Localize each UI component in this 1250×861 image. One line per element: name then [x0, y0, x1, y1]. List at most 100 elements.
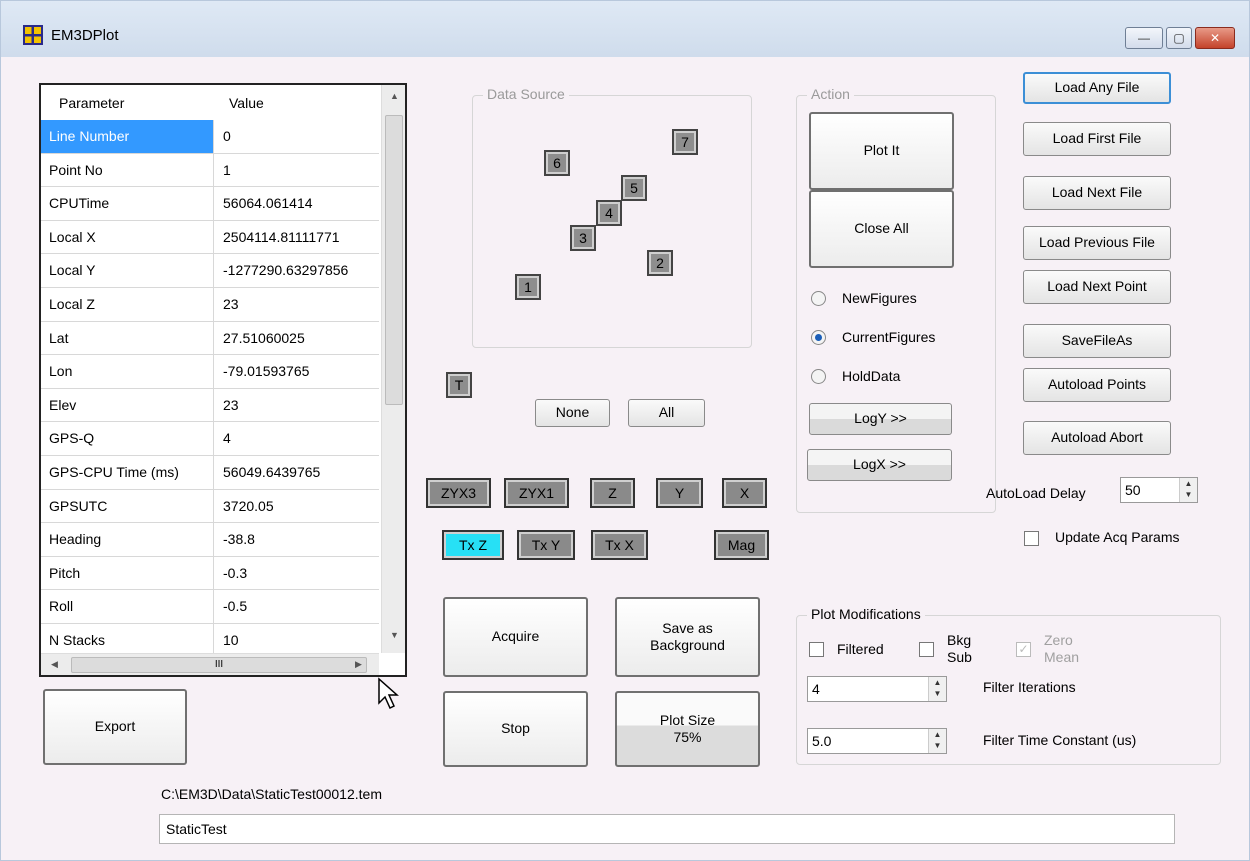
horizontal-scrollbar[interactable]: ◀ III ▶: [41, 653, 379, 675]
scroll-right-icon[interactable]: ▶: [355, 659, 362, 670]
table-row[interactable]: Roll -0.5: [41, 590, 379, 624]
value-cell[interactable]: 56049.6439765: [223, 456, 377, 489]
stepper-arrows-icon[interactable]: ▲ ▼: [928, 729, 946, 753]
autoload-points-button[interactable]: Autoload Points: [1023, 368, 1171, 402]
filter-iterations-stepper[interactable]: 4 ▲ ▼: [807, 676, 947, 702]
channel-5-button[interactable]: 5: [621, 175, 647, 201]
new-figures-radio[interactable]: [811, 291, 826, 306]
parameter-cell[interactable]: Elev: [41, 388, 214, 422]
logy-button[interactable]: LogY >>: [809, 403, 952, 435]
parameter-cell[interactable]: Pitch: [41, 556, 214, 590]
table-row[interactable]: Pitch -0.3: [41, 556, 379, 591]
load-previous-file-button[interactable]: Load Previous File: [1023, 226, 1171, 260]
update-acq-params-label[interactable]: Update Acq Params: [1055, 529, 1180, 545]
acquire-button[interactable]: Acquire: [443, 597, 588, 677]
plot-size-button[interactable]: Plot Size 75%: [615, 691, 760, 767]
hold-data-label[interactable]: HoldData: [842, 368, 900, 384]
tx-x-button[interactable]: Tx X: [591, 530, 648, 560]
table-row[interactable]: Local Y -1277290.63297856: [41, 254, 379, 288]
value-cell[interactable]: 56064.061414: [223, 187, 377, 220]
zyx1-button[interactable]: ZYX1: [504, 478, 569, 508]
table-row[interactable]: GPS-Q 4: [41, 422, 379, 456]
value-cell[interactable]: 27.51060025: [223, 322, 377, 355]
channel-7-button[interactable]: 7: [672, 129, 698, 155]
maximize-button[interactable]: ▢: [1166, 27, 1192, 49]
filtered-label[interactable]: Filtered: [837, 641, 884, 657]
parameter-cell[interactable]: Local Y: [41, 254, 214, 287]
t-button[interactable]: T: [446, 372, 472, 398]
new-figures-label[interactable]: NewFigures: [842, 290, 917, 306]
channel-4-button[interactable]: 4: [596, 200, 622, 226]
current-figures-label[interactable]: CurrentFigures: [842, 329, 935, 345]
load-first-file-button[interactable]: Load First File: [1023, 122, 1171, 156]
zyx3-button[interactable]: ZYX3: [426, 478, 491, 508]
close-button[interactable]: ✕: [1195, 27, 1235, 49]
stepper-arrows-icon[interactable]: ▲ ▼: [928, 677, 946, 701]
value-cell[interactable]: -0.3: [223, 557, 377, 590]
tx-y-button[interactable]: Tx Y: [517, 530, 575, 560]
scroll-left-icon[interactable]: ◀: [51, 659, 58, 670]
load-next-point-button[interactable]: Load Next Point: [1023, 270, 1171, 304]
table-row[interactable]: GPS-CPU Time (ms) 56049.6439765: [41, 455, 379, 490]
parameter-cell[interactable]: Heading: [41, 523, 214, 556]
autoload-delay-stepper[interactable]: 50 ▲ ▼: [1120, 477, 1198, 503]
zero-mean-checkbox[interactable]: ✓: [1016, 642, 1031, 657]
close-all-button[interactable]: Close All: [809, 190, 954, 268]
value-cell[interactable]: 2504114.81111771: [223, 221, 377, 254]
parameter-cell[interactable]: N Stacks: [41, 623, 214, 657]
channel-2-button[interactable]: 2: [647, 250, 673, 276]
parameter-cell[interactable]: GPS-CPU Time (ms): [41, 455, 214, 489]
stop-button[interactable]: Stop: [443, 691, 588, 767]
table-row[interactable]: CPUTime 56064.061414: [41, 187, 379, 221]
channel-6-button[interactable]: 6: [544, 150, 570, 176]
value-cell[interactable]: 10: [223, 624, 377, 657]
column-header-value[interactable]: Value: [229, 95, 264, 111]
table-row[interactable]: Elev 23: [41, 388, 379, 423]
parameter-cell[interactable]: Lon: [41, 355, 214, 388]
load-next-file-button[interactable]: Load Next File: [1023, 176, 1171, 210]
y-button[interactable]: Y: [656, 478, 703, 508]
channel-3-button[interactable]: 3: [570, 225, 596, 251]
parameter-cell[interactable]: Local Z: [41, 287, 214, 321]
parameter-grid[interactable]: Parameter Value Line Number 0 Point No 1 CPU…: [39, 83, 407, 677]
title-bar[interactable]: EM3DPlot — ▢ ✕: [1, 1, 1249, 57]
table-row[interactable]: Local Z 23: [41, 287, 379, 322]
table-row[interactable]: Point No 1: [41, 153, 379, 188]
vertical-scroll-thumb[interactable]: [385, 115, 403, 405]
filter-iterations-value[interactable]: 4: [812, 681, 820, 697]
bkg-sub-checkbox[interactable]: [919, 642, 934, 657]
load-any-file-button[interactable]: Load Any File: [1023, 72, 1171, 104]
minimize-button[interactable]: —: [1125, 27, 1163, 49]
parameter-cell[interactable]: Local X: [41, 220, 214, 254]
parameter-cell[interactable]: Lat: [41, 321, 214, 355]
value-cell[interactable]: 1: [223, 154, 377, 187]
value-cell[interactable]: -79.01593765: [223, 355, 377, 388]
export-button[interactable]: Export: [43, 689, 187, 765]
horizontal-scroll-thumb[interactable]: III: [71, 657, 367, 673]
save-as-background-button[interactable]: Save as Background: [615, 597, 760, 677]
tx-z-button[interactable]: Tx Z: [442, 530, 504, 560]
table-row[interactable]: Local X 2504114.81111771: [41, 220, 379, 255]
x-button[interactable]: X: [722, 478, 767, 508]
channel-1-button[interactable]: 1: [515, 274, 541, 300]
column-header-parameter[interactable]: Parameter: [59, 95, 124, 111]
filter-time-constant-stepper[interactable]: 5.0 ▲ ▼: [807, 728, 947, 754]
parameter-cell[interactable]: Roll: [41, 590, 214, 623]
filter-time-constant-value[interactable]: 5.0: [812, 733, 831, 749]
hold-data-radio[interactable]: [811, 369, 826, 384]
value-cell[interactable]: -38.8: [223, 523, 377, 556]
value-cell[interactable]: 23: [223, 288, 377, 321]
parameter-cell[interactable]: CPUTime: [41, 187, 214, 220]
plot-it-button[interactable]: Plot It: [809, 112, 954, 190]
bkg-sub-label[interactable]: Bkg Sub: [947, 632, 972, 666]
value-cell[interactable]: 4: [223, 422, 377, 455]
name-input[interactable]: StaticTest: [159, 814, 1175, 844]
value-cell[interactable]: 3720.05: [223, 490, 377, 523]
update-acq-params-checkbox[interactable]: [1024, 531, 1039, 546]
filtered-checkbox[interactable]: [809, 642, 824, 657]
all-button[interactable]: All: [628, 399, 705, 427]
table-row[interactable]: Heading -38.8: [41, 523, 379, 557]
table-row[interactable]: GPSUTC 3720.05: [41, 489, 379, 524]
save-file-as-button[interactable]: SaveFileAs: [1023, 324, 1171, 358]
value-cell[interactable]: -1277290.63297856: [223, 254, 377, 287]
